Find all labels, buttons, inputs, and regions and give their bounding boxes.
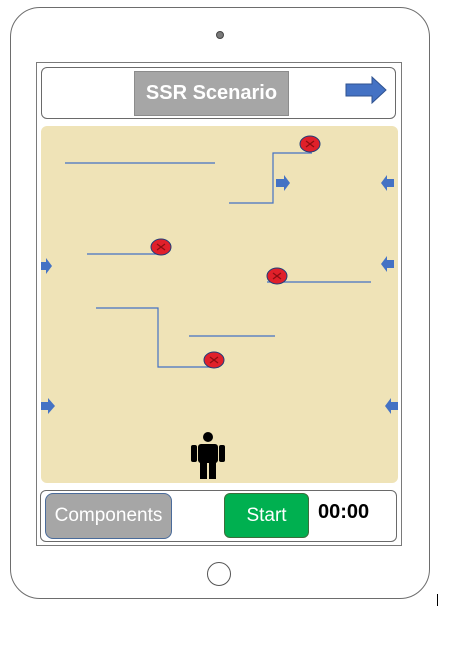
- home-button[interactable]: [207, 562, 231, 586]
- camera-icon: [216, 31, 224, 39]
- entry-arrow-icon: [41, 398, 55, 414]
- wall-segment: [96, 307, 219, 368]
- entry-arrow-icon: [381, 256, 394, 272]
- hazard-marker-icon: [150, 238, 172, 256]
- start-button[interactable]: Start: [224, 493, 309, 538]
- components-button[interactable]: Components: [45, 493, 172, 539]
- hazard-marker-icon: [299, 135, 321, 153]
- wall-segment: [229, 152, 312, 204]
- page-title: SSR Scenario: [134, 71, 289, 116]
- entry-arrow-icon: [41, 258, 52, 274]
- entry-arrow-icon: [381, 175, 394, 191]
- timer-display: 00:00: [318, 501, 370, 523]
- next-arrow-icon[interactable]: [345, 76, 387, 104]
- text-cursor: [437, 594, 438, 606]
- scenario-canvas[interactable]: [41, 126, 398, 483]
- entry-arrow-icon: [276, 175, 290, 191]
- hazard-marker-icon: [266, 267, 288, 285]
- person-icon: [191, 432, 225, 479]
- hazard-marker-icon: [203, 351, 225, 369]
- entry-arrow-icon: [385, 398, 398, 414]
